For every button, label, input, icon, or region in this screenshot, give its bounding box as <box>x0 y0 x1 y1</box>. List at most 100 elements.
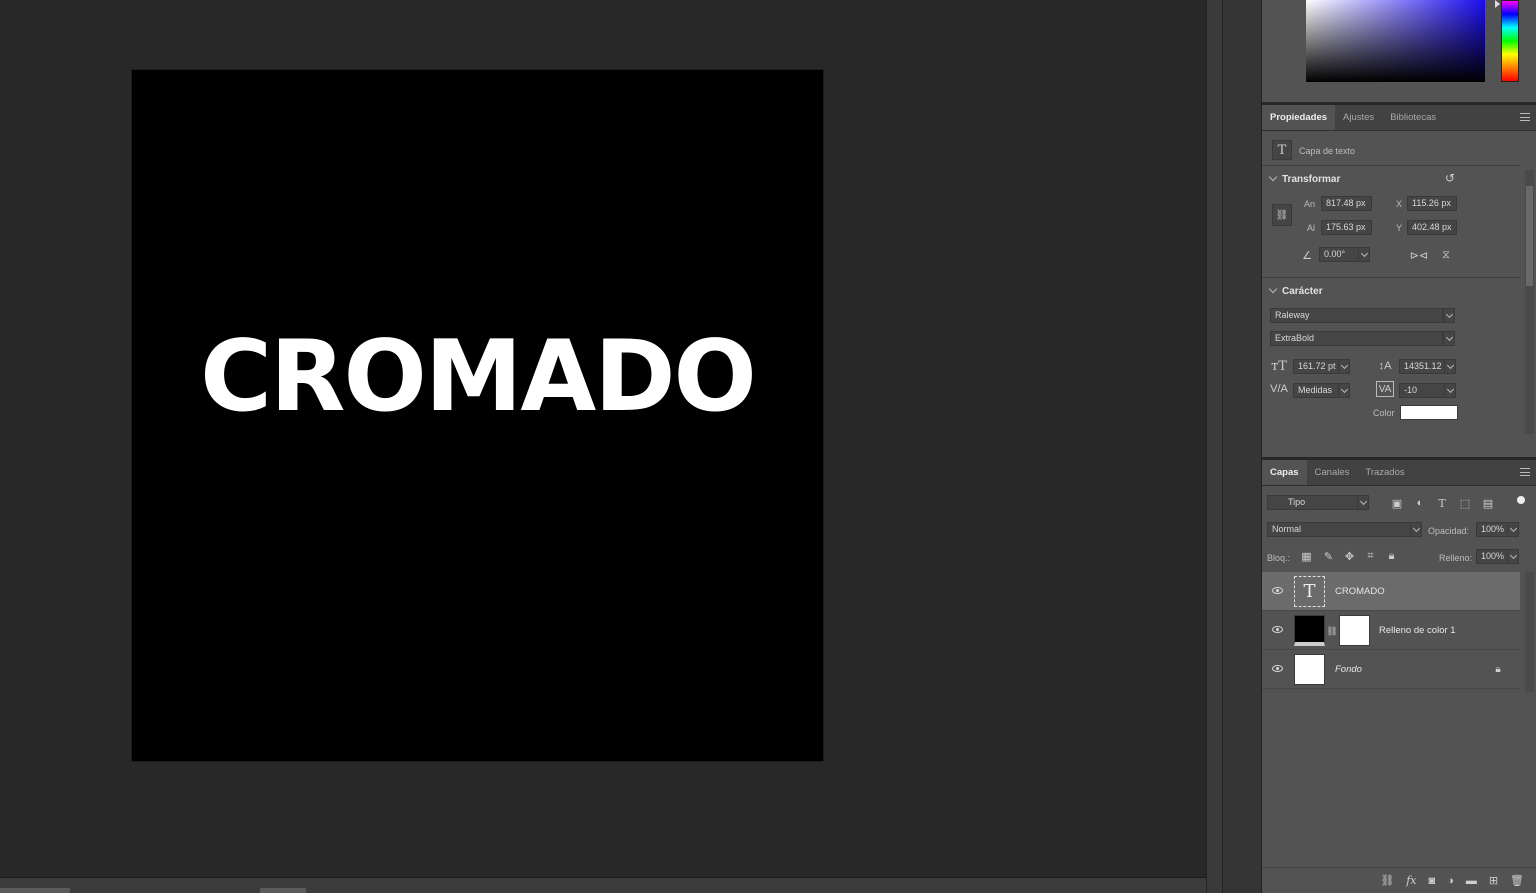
properties-panel: Propiedades Ajustes Bibliotecas T Capa d… <box>1262 105 1536 457</box>
font-size-input[interactable]: 161.72 pt <box>1293 359 1339 374</box>
document-canvas[interactable]: CROMADO <box>132 70 823 761</box>
font-family-dropdown[interactable] <box>1443 308 1455 323</box>
canvas-text-cromado[interactable]: CROMADO <box>132 328 823 426</box>
font-family-select[interactable]: Raleway <box>1270 308 1443 323</box>
shape-filter-icon[interactable]: ⬚ <box>1458 497 1472 510</box>
lock-transparency-icon[interactable]: ▦ <box>1300 550 1313 563</box>
visibility-eye-icon[interactable] <box>1272 665 1283 672</box>
opacity-dropdown[interactable] <box>1507 522 1519 537</box>
fill-label: Relleno: <box>1439 553 1473 563</box>
adjustment-icon[interactable]: ◑ <box>1447 875 1454 887</box>
image-filter-icon[interactable]: ▣ <box>1390 497 1404 510</box>
leading-input[interactable]: 14351.12 <box>1399 359 1445 374</box>
saturation-value-field[interactable] <box>1306 0 1485 82</box>
link-icon[interactable]: ⛓ <box>1380 874 1394 887</box>
angle-dropdown[interactable] <box>1358 247 1370 262</box>
tracking-dropdown[interactable] <box>1444 383 1456 398</box>
transform-section-header[interactable]: Transformar <box>1268 172 1340 185</box>
tab-propiedades[interactable]: Propiedades <box>1262 105 1336 130</box>
layers-footer-toolbar: ⛓ fx ◙ ◑ ▬ ⊞ 🗑︎ <box>1262 867 1536 893</box>
layer-row-fondo[interactable]: Fondo 🔒︎ <box>1262 650 1520 689</box>
reset-transform-icon[interactable]: ↺ <box>1443 171 1457 185</box>
new-layer-icon[interactable]: ⊞ <box>1489 874 1498 887</box>
adjustment-filter-icon[interactable]: ◐ <box>1413 497 1427 509</box>
tab-canales[interactable]: Canales <box>1307 460 1358 485</box>
tab-capas[interactable]: Capas <box>1262 460 1307 485</box>
lock-paint-icon[interactable]: ✎ <box>1322 550 1335 563</box>
lock-all-icon[interactable]: 🔒︎ <box>1385 550 1398 563</box>
panel-menu-icon[interactable] <box>1520 113 1530 121</box>
scroll-thumb-secondary[interactable] <box>260 888 306 893</box>
leading-icon: ↕A <box>1378 360 1392 372</box>
tab-bibliotecas[interactable]: Bibliotecas <box>1382 105 1444 130</box>
fx-icon[interactable]: fx <box>1406 874 1416 887</box>
kerning-icon: V/A <box>1270 383 1288 395</box>
trash-icon[interactable]: 🗑︎ <box>1510 874 1524 887</box>
mask-link-icon[interactable]: ⛓ <box>1326 625 1337 637</box>
layers-scrollbar[interactable] <box>1525 572 1534 692</box>
layer-row-relleno[interactable]: ⛓ Relleno de color 1 <box>1262 611 1520 650</box>
layer-name[interactable]: Relleno de color 1 <box>1379 625 1456 636</box>
x-input[interactable]: 115.26 px <box>1407 196 1457 211</box>
hue-slider[interactable] <box>1501 0 1519 82</box>
font-style-dropdown[interactable] <box>1443 331 1455 346</box>
layer-mask-thumbnail[interactable] <box>1339 615 1370 646</box>
text-layer-thumbnail-icon: T <box>1294 576 1325 607</box>
hue-marker-icon <box>1495 0 1500 8</box>
text-color-swatch[interactable] <box>1400 405 1458 420</box>
blend-mode-dropdown[interactable] <box>1410 522 1422 537</box>
font-size-icon: ᴛT <box>1271 358 1287 374</box>
flip-horizontal-icon[interactable]: ⊳⊲ <box>1410 247 1428 263</box>
visibility-eye-icon[interactable] <box>1272 626 1283 633</box>
panel-dock-collapsed <box>1222 0 1262 893</box>
tab-trazados[interactable]: Trazados <box>1357 460 1412 485</box>
canvas-workspace[interactable]: CROMADO <box>0 0 1206 877</box>
flip-vertical-icon[interactable]: ⧖ <box>1438 247 1454 263</box>
lock-artboard-icon[interactable]: ⌗ <box>1364 550 1377 563</box>
panel-menu-icon[interactable] <box>1520 468 1530 476</box>
properties-tabs: Propiedades Ajustes Bibliotecas <box>1262 105 1536 131</box>
y-label: Y <box>1396 223 1403 233</box>
font-style-select[interactable]: ExtraBold <box>1270 331 1443 346</box>
layer-name[interactable]: CROMADO <box>1335 586 1385 597</box>
layer-row-cromado[interactable]: T CROMADO <box>1262 572 1520 611</box>
link-dimensions-icon[interactable]: ⛓ <box>1272 204 1292 226</box>
width-input[interactable]: 817.48 px <box>1321 196 1372 211</box>
font-size-dropdown[interactable] <box>1338 359 1350 374</box>
folder-icon[interactable]: ▬ <box>1466 875 1477 887</box>
smart-object-filter-icon[interactable]: ▤ <box>1481 497 1495 510</box>
mask-icon[interactable]: ◙ <box>1429 875 1436 887</box>
layers-tabs: Capas Canales Trazados <box>1262 460 1536 486</box>
scroll-thumb[interactable] <box>1526 186 1533 286</box>
scroll-thumb[interactable] <box>0 888 70 893</box>
properties-scrollbar[interactable] <box>1525 170 1534 434</box>
layer-filter-dropdown[interactable] <box>1357 495 1369 510</box>
filter-toggle-icon[interactable] <box>1517 496 1525 504</box>
visibility-eye-icon[interactable] <box>1272 587 1283 594</box>
angle-input[interactable]: 0.00° <box>1319 247 1359 262</box>
tracking-icon: VA <box>1376 381 1394 397</box>
opacity-input[interactable]: 100% <box>1476 522 1508 537</box>
tab-ajustes[interactable]: Ajustes <box>1335 105 1382 130</box>
width-label: An <box>1304 199 1316 209</box>
fill-input[interactable]: 100% <box>1476 549 1508 564</box>
character-section-header[interactable]: Carácter <box>1268 284 1323 297</box>
lock-move-icon[interactable]: ✥ <box>1343 550 1356 563</box>
y-input[interactable]: 402.48 px <box>1407 220 1457 235</box>
fill-dropdown[interactable] <box>1507 549 1519 564</box>
type-filter-icon[interactable]: T <box>1435 497 1449 510</box>
chevron-down-icon <box>1268 284 1278 294</box>
layer-filter-select[interactable]: Tipo <box>1267 495 1361 510</box>
tracking-input[interactable]: -10 <box>1399 383 1445 398</box>
layer-name[interactable]: Fondo <box>1335 664 1362 675</box>
kerning-dropdown[interactable] <box>1338 383 1350 398</box>
chevron-down-icon <box>1268 172 1278 182</box>
horizontal-scrollbar[interactable] <box>0 877 1206 893</box>
blend-mode-select[interactable]: Normal <box>1267 522 1415 537</box>
vertical-scrollbar[interactable] <box>1206 0 1222 893</box>
color-panel <box>1262 0 1536 102</box>
kerning-select[interactable]: Medidas <box>1293 383 1339 398</box>
height-input[interactable]: 175.63 px <box>1321 220 1372 235</box>
lock-icon[interactable]: 🔒︎ <box>1492 663 1504 675</box>
leading-dropdown[interactable] <box>1444 359 1456 374</box>
